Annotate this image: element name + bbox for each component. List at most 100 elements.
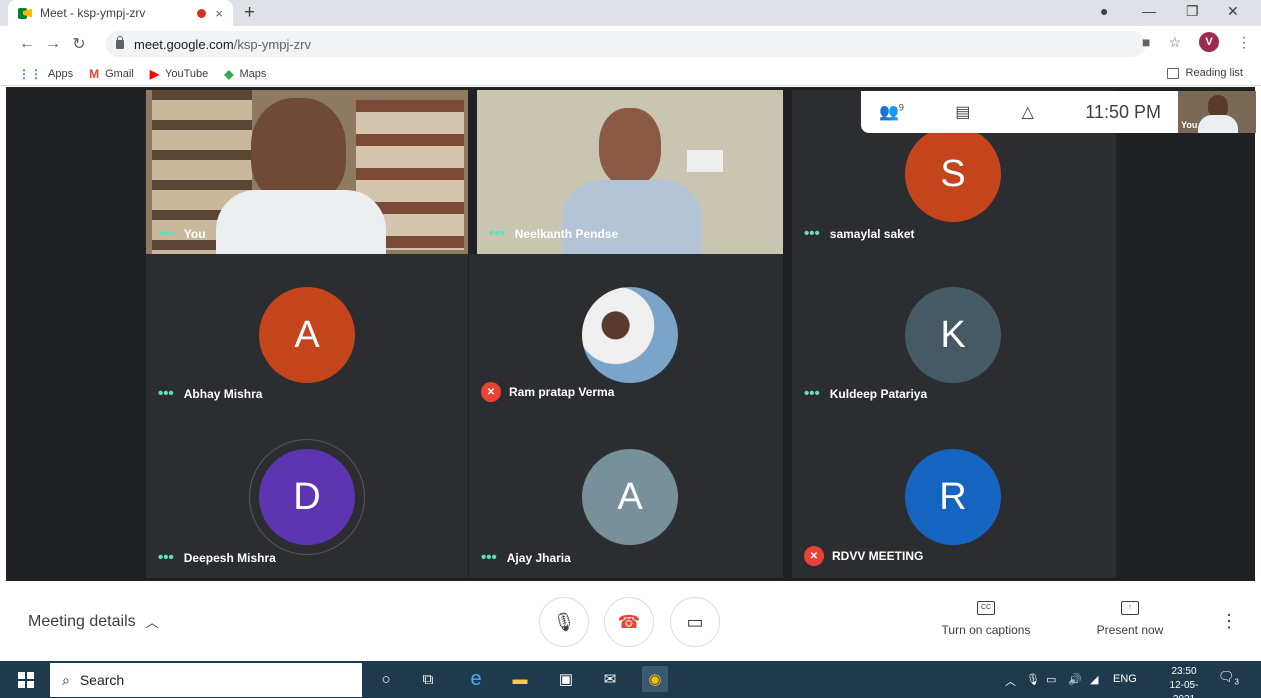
meet-header-panel: 👥9 ▤ △ 11:50 PM: [861, 91, 1179, 133]
participant-name: ••• samaylal saket: [804, 225, 915, 242]
participant-tile-abhay[interactable]: A ••• Abhay Mishra: [146, 254, 468, 414]
participant-tile-rampratap[interactable]: ✕ Ram pratap Verma: [469, 254, 783, 414]
more-options-icon: •••: [158, 225, 174, 242]
more-options-icon: •••: [804, 385, 820, 402]
more-options-icon: •••: [489, 225, 505, 242]
participant-tile-deepesh[interactable]: D ••• Deepesh Mishra: [146, 414, 468, 578]
participant-name: ••• Abhay Mishra: [158, 385, 263, 402]
menu-kebab-icon[interactable]: ⋮: [1237, 34, 1251, 51]
bookmark-apps[interactable]: ⋮⋮ Apps: [18, 67, 73, 81]
chat-icon[interactable]: ▤: [955, 102, 970, 122]
tab-search-icon[interactable]: ●: [1100, 3, 1108, 19]
show-hidden-icons-icon[interactable]: ︿: [1005, 673, 1016, 689]
screen: Meet - ksp-ympj-zrv × + ● — ❐ ✕ ← → ↻ me…: [0, 0, 1261, 698]
forward-icon[interactable]: →: [40, 35, 66, 53]
more-options-icon: •••: [158, 549, 174, 566]
file-explorer-icon[interactable]: ▬: [510, 669, 530, 689]
participant-avatar: A: [259, 287, 355, 383]
bookmarks-bar: ⋮⋮ Apps M Gmail ▶ YouTube ◆ Maps Reading lis…: [0, 62, 1261, 86]
self-view-thumbnail[interactable]: You: [1178, 91, 1256, 133]
participant-avatar: S: [905, 126, 1001, 222]
participant-tile-rdvv[interactable]: R ✕ RDVV MEETING: [792, 414, 1116, 578]
microphone-button[interactable]: 🎙: [539, 597, 589, 647]
language-indicator[interactable]: ENG: [1113, 673, 1137, 685]
chevron-up-icon: ︿: [145, 615, 159, 630]
participant-photo: [582, 287, 678, 383]
participant-name: ••• Deepesh Mishra: [158, 549, 276, 566]
participant-tile-neelkanth[interactable]: ••• Neelkanth Pendse: [477, 90, 783, 254]
meet-favicon-icon: [18, 7, 32, 19]
participant-name: ••• Kuldeep Patariya: [804, 385, 928, 402]
new-tab-button[interactable]: +: [244, 2, 255, 24]
activities-icon[interactable]: △: [1022, 102, 1034, 122]
bookmark-gmail[interactable]: M Gmail: [89, 67, 134, 81]
more-options-icon: •••: [804, 225, 820, 242]
participant-avatar: K: [905, 287, 1001, 383]
youtube-icon: ▶: [149, 66, 160, 81]
camera-indicator-icon[interactable]: ■: [1142, 34, 1150, 50]
participant-name: ✕ RDVV MEETING: [804, 546, 923, 566]
minimize-icon[interactable]: —: [1142, 3, 1156, 19]
reading-list-icon: [1166, 67, 1179, 79]
participant-name: ••• Ajay Jharia: [481, 549, 571, 566]
switchboard-image: [687, 150, 723, 172]
present-now-button[interactable]: ↑ Present now: [1086, 601, 1174, 637]
store-icon[interactable]: ▣: [556, 669, 576, 689]
browser-toolbar: ← → ↻ meet.google.com/ksp-ympj-zrv ■ ☆ V…: [0, 26, 1261, 62]
participants-button[interactable]: 👥9: [879, 102, 904, 122]
mic-off-icon: ✕: [804, 546, 824, 566]
restore-icon[interactable]: ❐: [1186, 3, 1199, 20]
chrome-icon[interactable]: ◉: [642, 666, 668, 692]
captions-button[interactable]: CC Turn on captions: [934, 601, 1038, 637]
task-view-icon[interactable]: ⧉: [418, 669, 438, 689]
wifi-icon[interactable]: ◢: [1090, 673, 1098, 686]
browser-tab[interactable]: Meet - ksp-ympj-zrv ×: [8, 0, 233, 26]
bookmark-star-icon[interactable]: ☆: [1168, 34, 1181, 51]
maps-icon: ◆: [224, 66, 234, 81]
tab-title: Meet - ksp-ympj-zrv: [40, 6, 146, 20]
windows-taskbar: ⌕ Search ○ ⧉ e ▬ ▣ ✉ ◉ ︿ 🎙 ▭ 🔊 ◢ ENG 23:…: [0, 661, 1261, 698]
camera-button[interactable]: ▭: [670, 597, 720, 647]
leave-call-button[interactable]: ☎: [604, 597, 654, 647]
mail-icon[interactable]: ✉: [600, 669, 620, 689]
bookmark-youtube[interactable]: ▶ YouTube: [150, 67, 208, 81]
participant-name: ✕ Ram pratap Verma: [481, 382, 614, 402]
gmail-icon: M: [89, 66, 100, 81]
microphone-tray-icon[interactable]: 🎙: [1026, 673, 1040, 686]
taskbar-clock[interactable]: 23:50 12-05-2021: [1160, 665, 1208, 698]
participant-tile-you[interactable]: ••• You: [146, 90, 468, 254]
hang-up-icon: ☎: [617, 611, 641, 632]
more-options-icon: •••: [158, 385, 174, 402]
participant-name: ••• Neelkanth Pendse: [489, 225, 619, 242]
present-icon: ↑: [1121, 601, 1139, 615]
profile-avatar[interactable]: V: [1199, 32, 1219, 52]
volume-icon[interactable]: 🔊: [1068, 673, 1082, 686]
participant-avatar: D: [259, 449, 355, 545]
back-icon[interactable]: ←: [14, 35, 40, 53]
bookmark-maps[interactable]: ◆ Maps: [224, 67, 266, 81]
search-icon: ⌕: [62, 671, 70, 688]
camera-icon: ▭: [686, 611, 704, 632]
notifications-icon[interactable]: 🗨3: [1218, 669, 1239, 687]
battery-icon[interactable]: ▭: [1046, 673, 1056, 686]
participant-tile-kuldeep[interactable]: K ••• Kuldeep Patariya: [792, 254, 1116, 414]
meeting-details-button[interactable]: Meeting details ︿: [28, 612, 159, 631]
more-options-icon: •••: [481, 549, 497, 566]
cortana-icon[interactable]: ○: [376, 669, 396, 689]
address-bar[interactable]: meet.google.com/ksp-ympj-zrv: [106, 31, 1146, 57]
participant-name: ••• You: [158, 225, 206, 242]
edge-icon[interactable]: e: [466, 668, 486, 690]
more-options-icon[interactable]: ⋮: [1220, 611, 1238, 632]
windows-start-icon[interactable]: [18, 672, 34, 688]
tab-close-icon[interactable]: ×: [215, 6, 223, 21]
self-label: You: [1181, 120, 1198, 130]
close-window-icon[interactable]: ✕: [1227, 3, 1239, 20]
participant-avatar: R: [905, 449, 1001, 545]
taskbar-search[interactable]: ⌕ Search: [50, 663, 362, 697]
face-image: [251, 98, 346, 203]
microphone-icon: 🎙: [552, 611, 576, 632]
url-text: meet.google.com/ksp-ympj-zrv: [134, 36, 312, 52]
participant-tile-ajay[interactable]: A ••• Ajay Jharia: [469, 414, 783, 578]
reading-list-button[interactable]: Reading list: [1166, 67, 1243, 79]
reload-icon[interactable]: ↻: [66, 34, 92, 54]
